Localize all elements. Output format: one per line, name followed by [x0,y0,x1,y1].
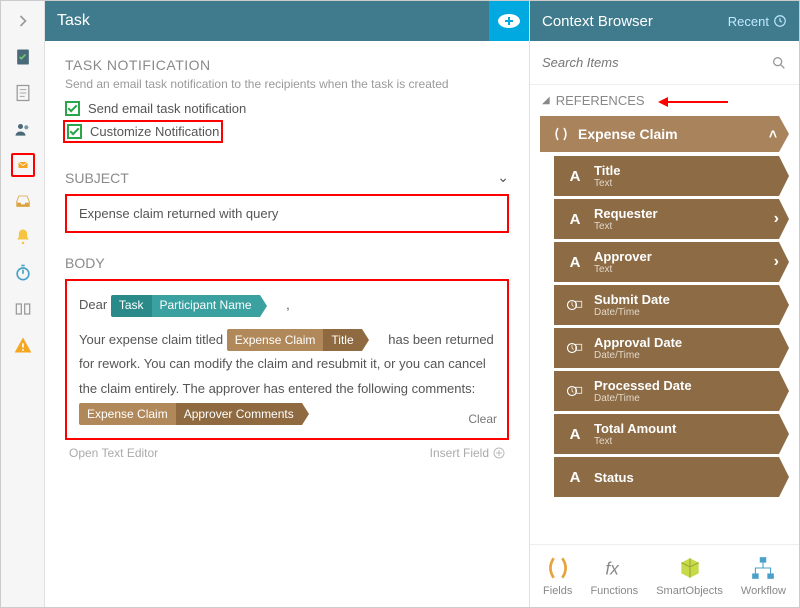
chevron-down-icon[interactable]: ⌄ [497,169,509,186]
field-type-icon [564,380,586,402]
task-notification-subtext: Send an email task notification to the r… [65,77,509,91]
field-name: Approval Date [594,336,682,349]
users-icon[interactable] [11,117,35,141]
field-type: Text [594,437,676,447]
subject-input[interactable]: Expense claim returned with query [65,194,509,233]
field-name: Requester [594,207,658,220]
context-browser: Context Browser Recent ◢ REFERENCES Expe… [529,1,799,607]
references-label: REFERENCES [556,93,645,108]
bell-icon[interactable] [11,225,35,249]
checkbox-checked-icon[interactable] [65,101,80,116]
expand-icon[interactable] [11,9,35,33]
task-notification-heading: TASK NOTIFICATION [65,57,509,73]
token-task-participant[interactable]: TaskParticipant Name [111,295,283,317]
insert-field-link[interactable]: Insert Field [430,446,505,460]
context-title: Context Browser [542,13,653,30]
layout-icon[interactable] [11,297,35,321]
field-name: Status [594,471,634,484]
add-recipient-button[interactable] [489,1,529,41]
field-type: Text [594,179,621,189]
field-name: Total Amount [594,422,676,435]
body-heading: BODY [65,255,509,271]
field-type-icon [564,337,586,359]
customize-notification-label: Customize Notification [90,124,219,139]
reference-root-expense-claim[interactable]: Expense Claim ˄ [540,116,789,152]
reference-field[interactable]: Processed Date Date/Time [554,371,789,411]
token-expenseclaim-title[interactable]: Expense ClaimTitle [227,329,385,351]
body-dear: Dear [79,297,107,312]
field-type: Text [594,265,652,275]
reference-field[interactable]: A Status [554,457,789,497]
timer-icon[interactable] [11,261,35,285]
task-header: Task [45,1,529,41]
tab-workflow[interactable]: Workflow [741,555,786,597]
checkbox-checked-icon[interactable] [67,124,82,139]
field-type-icon: A [564,466,586,488]
triangle-collapse-icon[interactable]: ◢ [542,95,550,106]
open-text-editor-link[interactable]: Open Text Editor [69,446,158,460]
field-type: Date/Time [594,394,692,404]
tab-smartobjects[interactable]: SmartObjects [656,555,723,597]
chevron-right-icon[interactable]: › [774,210,779,228]
search-icon[interactable] [771,55,787,71]
field-type-icon: A [564,423,586,445]
search-input[interactable] [542,55,771,70]
customize-notification-checkbox-row[interactable]: Customize Notification [65,122,221,141]
annotation-arrow-icon [658,95,728,109]
reference-field[interactable]: Approval Date Date/Time [554,328,789,368]
field-name: Processed Date [594,379,692,392]
task-title: Task [57,12,90,30]
tab-functions[interactable]: fx Functions [590,555,638,597]
body-editor[interactable]: Dear TaskParticipant Name , Your expense… [65,279,509,440]
field-name: Title [594,164,621,177]
subject-heading: SUBJECT [65,170,129,186]
field-type-icon: A [564,165,586,187]
reference-field[interactable]: A Requester Text › [554,199,789,239]
send-email-checkbox-row[interactable]: Send email task notification [65,101,509,116]
field-type: Date/Time [594,308,670,318]
subject-value: Expense claim returned with query [79,206,278,221]
clipboard-check-icon[interactable] [11,45,35,69]
left-icon-rail [1,1,45,607]
reference-field[interactable]: Submit Date Date/Time [554,285,789,325]
clear-body-link[interactable]: Clear [468,408,497,431]
field-type-icon [564,294,586,316]
field-type-icon: A [564,208,586,230]
recent-link[interactable]: Recent [728,14,787,29]
search-row [530,41,799,85]
reference-field[interactable]: A Approver Text › [554,242,789,282]
field-name: Submit Date [594,293,670,306]
reference-field[interactable]: A Total Amount Text [554,414,789,454]
reference-field[interactable]: A Title Text [554,156,789,196]
email-icon[interactable] [11,153,35,177]
references-heading-row[interactable]: ◢ REFERENCES [530,85,799,116]
document-lines-icon[interactable] [11,81,35,105]
svg-text:fx: fx [606,559,621,579]
brackets-icon [552,125,570,143]
context-header: Context Browser Recent [530,1,799,41]
chevron-right-icon[interactable]: › [774,253,779,271]
body-text-1: Your expense claim titled [79,332,223,347]
field-type: Date/Time [594,351,682,361]
task-panel: Task TASK NOTIFICATION Send an email tas… [45,1,529,607]
field-name: Approver [594,250,652,263]
warning-icon[interactable] [11,333,35,357]
chevron-up-icon[interactable]: ˄ [769,126,777,142]
context-footer-tabs: Fields fx Functions SmartObjects Workflo… [530,544,799,607]
tab-fields[interactable]: Fields [543,555,572,597]
token-expenseclaim-approvercomments[interactable]: Expense ClaimApprover Comments [79,403,325,425]
field-type: Text [594,222,658,232]
field-type-icon: A [564,251,586,273]
send-email-label: Send email task notification [88,101,246,116]
inbox-icon[interactable] [11,189,35,213]
